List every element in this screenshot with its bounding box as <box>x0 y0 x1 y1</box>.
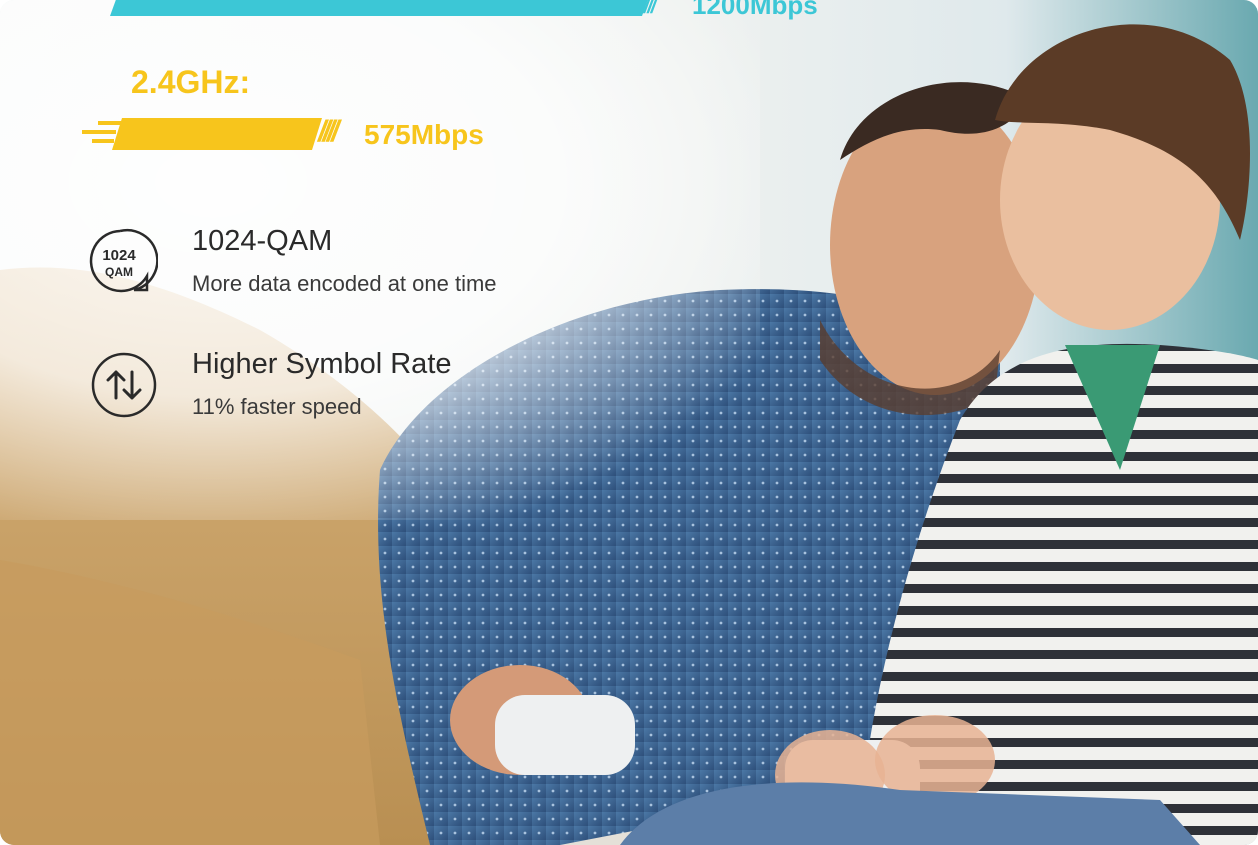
qam-badge-label: QAM <box>105 265 133 279</box>
qam-badge-number: 1024 <box>102 247 136 264</box>
speed-value-2-4ghz: 575Mbps <box>364 119 484 150</box>
feature-title: 1024-QAM <box>192 225 333 257</box>
up-down-arrows-icon <box>91 352 157 418</box>
feature-subtitle: 11% faster speed <box>192 394 362 419</box>
speed-bar-5ghz <box>110 0 650 16</box>
feature-subtitle: More data encoded at one time <box>192 271 497 296</box>
promo-panel: //// 1200Mbps 2.4GHz: //// 575Mbps 1024 … <box>0 0 1258 845</box>
band-label-2-4ghz: 2.4GHz: <box>131 64 251 100</box>
qam-badge-icon: 1024 QAM <box>89 228 158 293</box>
speed-bar-5ghz-slashes: //// <box>640 0 656 18</box>
speed-bar-2-4ghz-slashes: //// <box>318 115 339 148</box>
speed-value-5ghz: 1200Mbps <box>692 0 818 20</box>
feature-title: Higher Symbol Rate <box>192 348 452 380</box>
speed-bar-2-4ghz <box>112 118 322 150</box>
